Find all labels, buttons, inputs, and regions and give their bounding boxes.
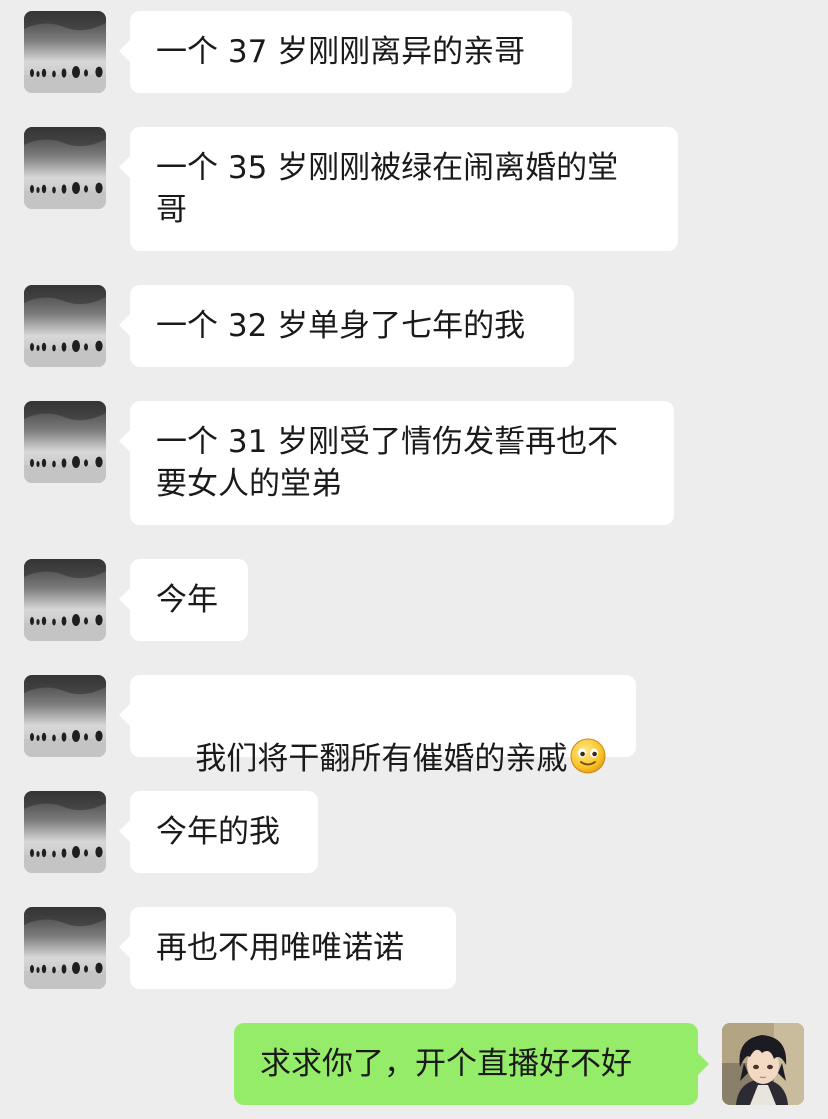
landscape-avatar-icon[interactable] bbox=[24, 675, 106, 757]
landscape-avatar-icon[interactable] bbox=[24, 11, 106, 93]
smiley-emoji-icon bbox=[569, 737, 607, 775]
landscape-avatar-icon[interactable] bbox=[24, 791, 106, 873]
anime-avatar-icon[interactable] bbox=[722, 1023, 804, 1105]
message-bubble[interactable]: 一个 32 岁单身了七年的我 bbox=[119, 285, 574, 367]
message-text: 我们将干翻所有催婚的亲戚 bbox=[195, 741, 568, 777]
landscape-avatar-icon[interactable] bbox=[24, 907, 106, 989]
landscape-avatar-icon[interactable] bbox=[24, 559, 106, 641]
message-bubble[interactable]: 今年 bbox=[119, 559, 248, 641]
message-bubble[interactable]: 我们将干翻所有催婚的亲戚 bbox=[119, 675, 636, 777]
landscape-avatar-icon[interactable] bbox=[24, 285, 106, 367]
message-bubble[interactable]: 一个 35 岁刚刚被绿在闹离婚的堂 哥 bbox=[119, 127, 678, 251]
message-bubble[interactable]: 一个 37 岁刚刚离异的亲哥 bbox=[119, 11, 572, 93]
message-bubble-outgoing[interactable]: 求求你了，开个直播好不好 bbox=[234, 1023, 709, 1105]
message-bubble[interactable]: 再也不用唯唯诺诺 bbox=[119, 907, 456, 989]
landscape-avatar-icon[interactable] bbox=[24, 401, 106, 483]
message-bubble[interactable]: 今年的我 bbox=[119, 791, 318, 873]
message-bubble[interactable]: 一个 31 岁刚受了情伤发誓再也不 要女人的堂弟 bbox=[119, 401, 674, 525]
landscape-avatar-icon[interactable] bbox=[24, 127, 106, 209]
